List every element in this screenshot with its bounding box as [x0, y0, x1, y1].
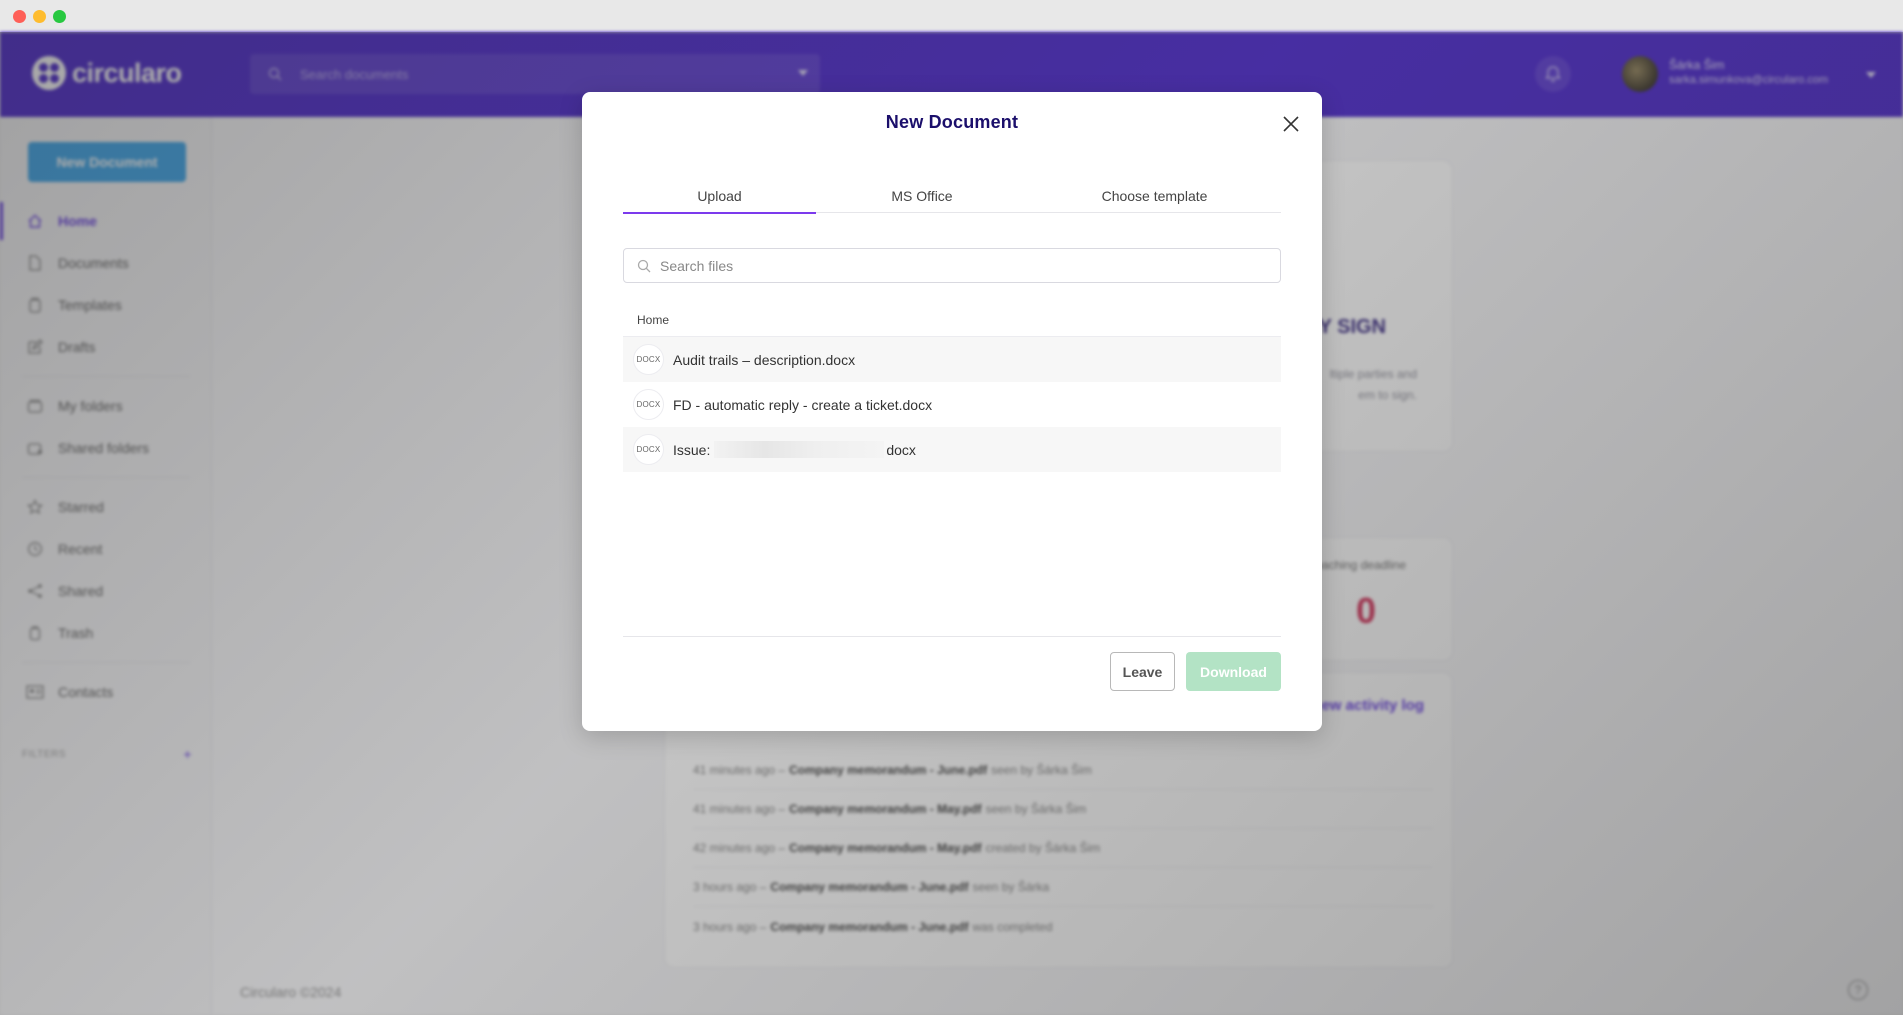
close-button[interactable]: [1279, 112, 1303, 136]
file-row[interactable]: DOCX FD - automatic reply - create a tic…: [623, 382, 1281, 427]
tab-ms-office[interactable]: MS Office: [816, 178, 1028, 213]
docx-file-icon: DOCX: [633, 344, 664, 375]
modal-tabs: Upload MS Office Choose template: [623, 178, 1281, 214]
file-row[interactable]: DOCX Audit trails – description.docx: [623, 337, 1281, 382]
close-icon: [1283, 116, 1299, 132]
docx-file-icon: DOCX: [633, 389, 664, 420]
new-document-modal: New Document Upload MS Office Choose tem…: [582, 92, 1322, 731]
file-row[interactable]: DOCX Issue: docx: [623, 427, 1281, 472]
file-name: FD - automatic reply - create a ticket.d…: [673, 396, 933, 413]
window-close-button[interactable]: [13, 10, 26, 23]
window-titlebar: [0, 0, 1903, 32]
search-icon: [637, 259, 651, 272]
search-files-field[interactable]: [623, 248, 1281, 283]
file-list: DOCX Audit trails – description.docx DOC…: [623, 337, 1281, 472]
modal-footer-divider: [623, 636, 1281, 637]
window-minimize-button[interactable]: [33, 10, 46, 23]
modal-title: New Document: [885, 112, 1019, 132]
redacted-text: [714, 441, 885, 458]
search-files-input[interactable]: [660, 257, 1260, 274]
download-button[interactable]: Download: [1186, 652, 1281, 691]
tab-upload[interactable]: Upload: [623, 178, 816, 214]
file-list-breadcrumb[interactable]: Home: [623, 310, 1281, 337]
file-name-prefix: Issue:: [673, 441, 711, 458]
file-name: Audit trails – description.docx: [673, 351, 856, 368]
tab-choose-template[interactable]: Choose template: [1028, 178, 1281, 213]
file-name-suffix: docx: [886, 441, 916, 458]
docx-file-icon: DOCX: [633, 434, 664, 465]
window-maximize-button[interactable]: [53, 10, 66, 23]
leave-button[interactable]: Leave: [1110, 652, 1175, 691]
